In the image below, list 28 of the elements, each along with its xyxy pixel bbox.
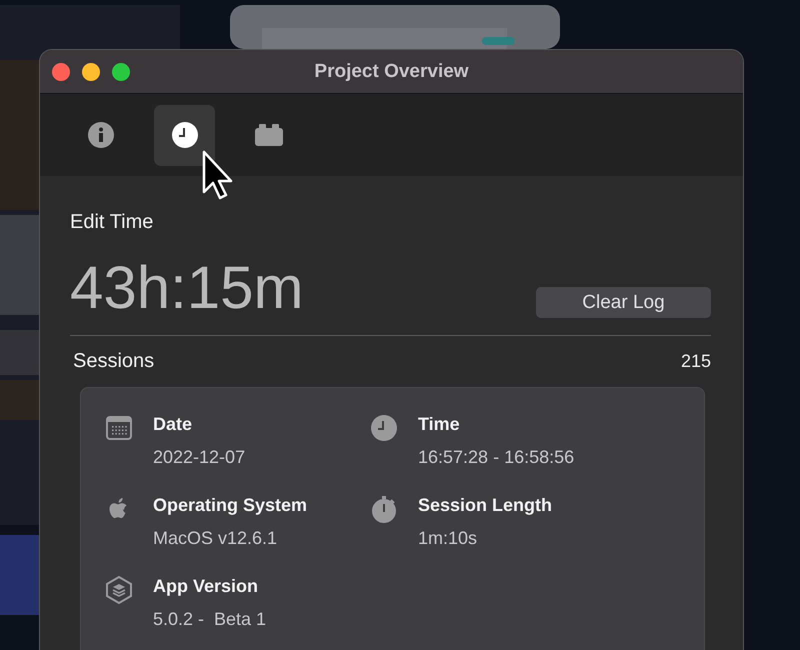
field-label: Date [153, 414, 194, 435]
window-title: Project Overview [314, 60, 469, 82]
close-button[interactable] [52, 62, 70, 80]
edit-time-value: 43h:15m [70, 258, 304, 318]
field-label: Operating System [153, 495, 308, 516]
zoom-button[interactable] [112, 62, 130, 80]
calendar-icon [105, 414, 133, 442]
section-title: Edit Time [70, 211, 154, 234]
clock-icon [172, 122, 198, 148]
section-title: Sessions [73, 350, 154, 373]
layers-icon [105, 576, 133, 604]
field-value: 16:57:28 - 16:58:56 [418, 447, 574, 468]
field-value: 1m:10s [418, 528, 478, 549]
clear-log-button[interactable]: Clear Log [536, 287, 711, 318]
session-count: 215 [680, 351, 711, 372]
field-label: Session Length [418, 495, 552, 516]
minimize-button[interactable] [82, 62, 100, 80]
field-label: App Version [153, 576, 260, 597]
field-value: MacOS v12.6.1 [153, 528, 278, 549]
clock-icon [370, 414, 398, 442]
field-value: 5.0.2 - Beta 1 [153, 609, 266, 630]
toolbar-tab[interactable] [154, 104, 215, 166]
field-label: Time [418, 414, 461, 435]
info-icon [88, 122, 114, 148]
stopwatch-icon [370, 495, 398, 523]
field-value: 2022-12-07 [153, 447, 246, 468]
brick-icon [254, 124, 282, 146]
cursor-icon [202, 150, 234, 200]
